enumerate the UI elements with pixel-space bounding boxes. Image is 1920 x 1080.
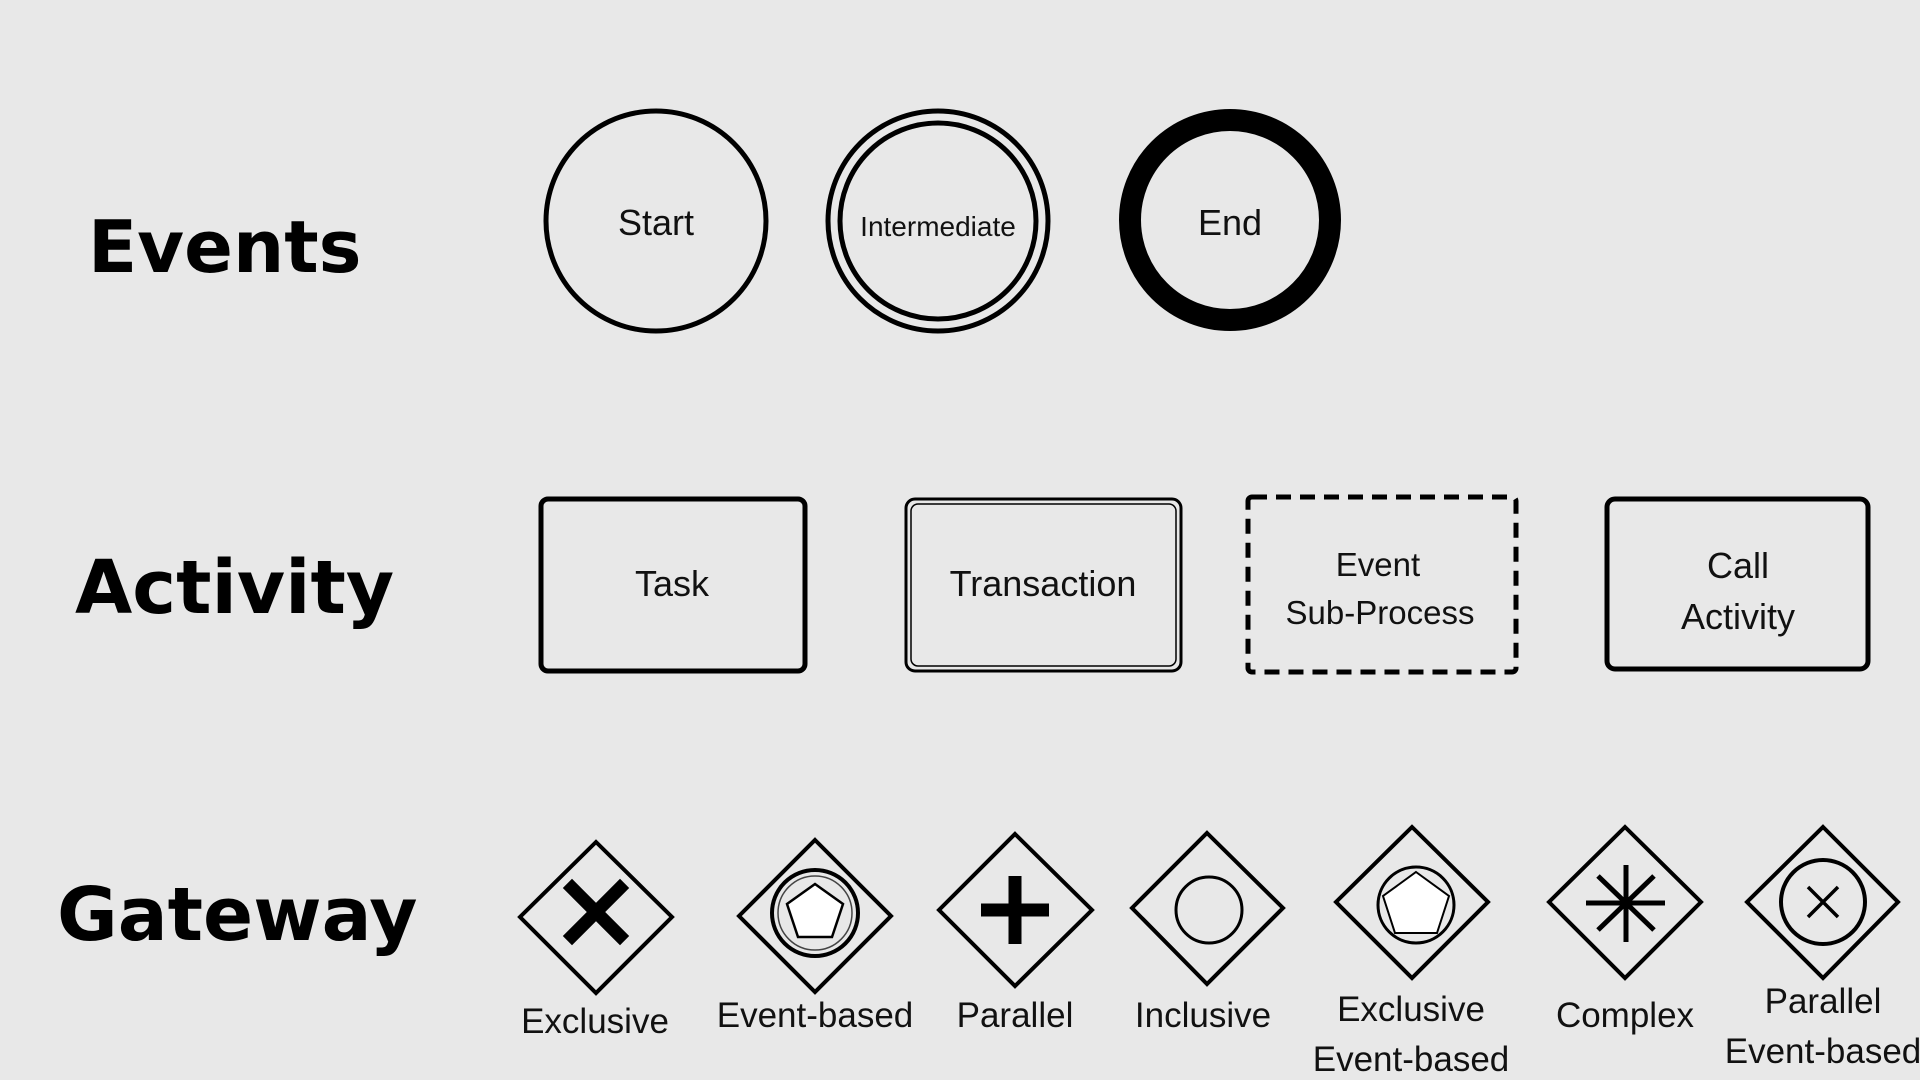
- circle-pentagon-icon: [1376, 865, 1456, 945]
- inclusive-gateway-label: Inclusive: [1135, 996, 1271, 1035]
- event-based-gateway-label: Event-based: [717, 996, 914, 1035]
- exclusive-event-based-label-line-2: Event-based: [1313, 1040, 1510, 1079]
- call-activity-label-line-1: Call: [1707, 545, 1769, 586]
- transaction-label: Transaction: [950, 563, 1137, 604]
- activity-heading: Activity: [75, 545, 394, 631]
- start-event-label: Start: [618, 202, 694, 243]
- events-heading: Events: [88, 205, 361, 289]
- gateway-heading: Gateway: [57, 872, 418, 958]
- exclusive-gateway-label: Exclusive: [521, 1002, 669, 1041]
- event-subprocess-label-line-1: Event: [1336, 546, 1420, 583]
- call-activity-label-line-2: Activity: [1681, 596, 1795, 637]
- bpmn-notation-sheet: Events Start Intermediate End Activity T…: [0, 0, 1920, 1080]
- complex-gateway-label: Complex: [1556, 996, 1695, 1035]
- exclusive-event-based-label-line-1: Exclusive: [1337, 990, 1485, 1029]
- parallel-event-based-label-line-2: Event-based: [1725, 1032, 1920, 1071]
- intermediate-event-label: Intermediate: [860, 211, 1016, 242]
- end-event-label: End: [1198, 202, 1262, 243]
- parallel-gateway-label: Parallel: [957, 996, 1074, 1035]
- task-label: Task: [635, 563, 710, 604]
- parallel-event-based-label-line-1: Parallel: [1765, 982, 1882, 1021]
- event-subprocess-label-line-2: Sub-Process: [1286, 594, 1475, 631]
